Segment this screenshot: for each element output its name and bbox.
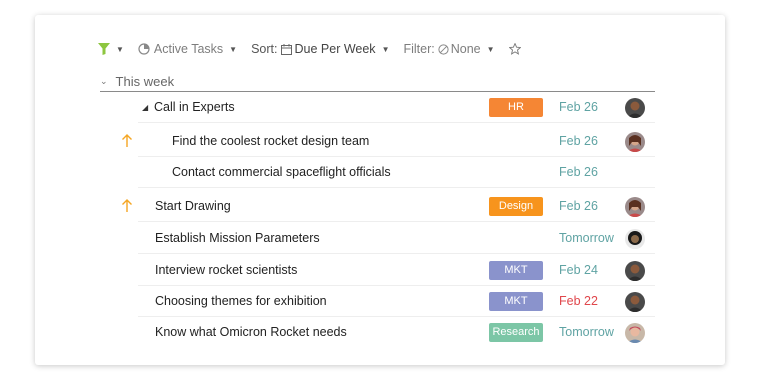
chevron-down-icon: ▼ [486, 44, 495, 54]
calendar-icon [280, 43, 292, 55]
group-header-this-week[interactable]: ⌄ This week [100, 74, 174, 89]
no-filter-icon [438, 43, 449, 55]
task-title[interactable]: Interview rocket scientists [155, 255, 297, 286]
chevron-down-icon: ⌄ [100, 76, 108, 86]
task-title[interactable]: Call in Experts [154, 92, 235, 123]
task-tag[interactable]: Research [489, 323, 543, 342]
assignee-avatar[interactable] [625, 132, 645, 152]
due-date[interactable]: Feb 24 [559, 255, 598, 286]
chevron-down-icon: ▼ [229, 44, 238, 54]
priority-arrow-up-icon [122, 134, 132, 147]
sort-value: Due Per Week [294, 42, 376, 56]
task-title[interactable]: Start Drawing [155, 191, 231, 222]
assignee-avatar[interactable] [625, 323, 645, 343]
assignee-avatar[interactable] [625, 229, 645, 249]
assignee-avatar[interactable] [625, 98, 645, 118]
filter-value: None [450, 42, 481, 56]
task-tag[interactable]: MKT [489, 261, 543, 280]
filter-label: Filter: [403, 42, 435, 56]
group-label: This week [115, 74, 175, 89]
chevron-down-icon: ▼ [116, 44, 124, 54]
task-title[interactable]: Establish Mission Parameters [155, 223, 320, 254]
expand-toggle-icon[interactable]: ◢ [142, 92, 148, 123]
due-date[interactable]: Feb 26 [559, 157, 598, 188]
task-list-panel: ▼ Active Tasks ▼ Sort: Due Per Week ▼ Fi… [35, 15, 725, 365]
due-date[interactable]: Feb 22 [559, 286, 598, 317]
view-dropdown[interactable]: Active Tasks ▼ [138, 42, 237, 56]
task-row[interactable]: Know what Omicron Rocket needs Research To… [35, 317, 725, 348]
task-title[interactable]: Find the coolest rocket design team [172, 126, 369, 157]
due-date[interactable]: Feb 26 [559, 126, 598, 157]
sort-dropdown[interactable]: Sort: Due Per Week ▼ [251, 42, 389, 56]
task-title[interactable]: Choosing themes for exhibition [155, 286, 327, 317]
filter-menu-button[interactable]: ▼ [98, 43, 124, 55]
task-row[interactable]: Start Drawing Design Feb 26 [35, 191, 725, 222]
task-row[interactable]: Establish Mission Parameters Tomorrow [35, 223, 725, 254]
task-tag[interactable]: HR [489, 98, 543, 117]
sort-label: Sort: [251, 42, 278, 56]
star-icon[interactable] [508, 43, 521, 55]
due-date[interactable]: Feb 26 [559, 191, 598, 222]
assignee-avatar[interactable] [625, 292, 645, 312]
due-date[interactable]: Tomorrow [559, 223, 614, 254]
task-title[interactable]: Contact commercial spaceflight officials [172, 157, 391, 188]
task-row[interactable]: Choosing themes for exhibition MKT Feb 22 [35, 286, 725, 317]
assignee-avatar[interactable] [625, 261, 645, 281]
task-row[interactable]: Find the coolest rocket design team Feb 2… [35, 126, 725, 157]
task-row[interactable]: Interview rocket scientists MKT Feb 24 [35, 255, 725, 286]
task-title[interactable]: Know what Omicron Rocket needs [155, 317, 347, 348]
funnel-icon [98, 43, 110, 55]
filter-dropdown[interactable]: Filter: None ▼ [403, 42, 494, 56]
priority-arrow-up-icon [122, 199, 132, 212]
task-row[interactable]: ◢ Call in Experts HR Feb 26 [35, 92, 725, 123]
toolbar: ▼ Active Tasks ▼ Sort: Due Per Week ▼ Fi… [98, 41, 521, 57]
view-label: Active Tasks [153, 42, 224, 56]
pie-chart-icon [138, 43, 150, 55]
due-date[interactable]: Feb 26 [559, 92, 598, 123]
task-tag[interactable]: Design [489, 197, 543, 216]
task-row[interactable]: Contact commercial spaceflight officials… [35, 157, 725, 188]
assignee-avatar[interactable] [625, 197, 645, 217]
due-date[interactable]: Tomorrow [559, 317, 614, 348]
task-tag[interactable]: MKT [489, 292, 543, 311]
chevron-down-icon: ▼ [381, 44, 390, 54]
